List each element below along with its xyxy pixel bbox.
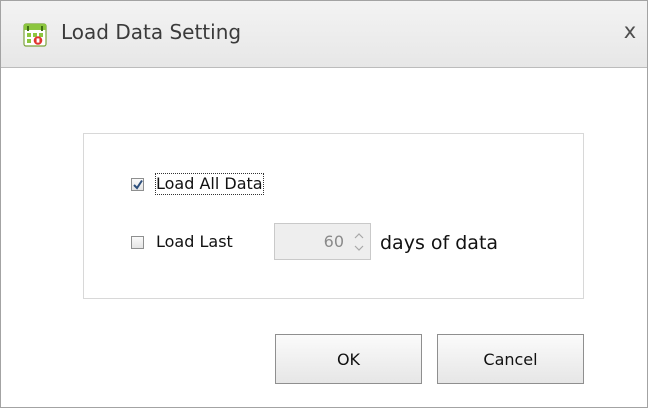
spin-down-icon[interactable] (352, 243, 366, 253)
days-spin-input[interactable]: 60 (274, 223, 371, 260)
days-suffix-label: days of data (380, 232, 499, 254)
load-all-data-label[interactable]: Load All Data (155, 173, 264, 195)
dialog-title: Load Data Setting (61, 20, 242, 44)
app-calendar-icon (23, 23, 47, 47)
spin-arrows (352, 231, 366, 253)
cancel-button[interactable]: Cancel (437, 334, 584, 384)
load-data-setting-dialog: Load Data Setting x Load All Data Load L… (0, 0, 648, 408)
close-button[interactable]: x (617, 18, 643, 44)
load-last-checkbox[interactable] (131, 236, 144, 249)
load-options-group (83, 133, 584, 299)
load-all-data-checkbox[interactable] (131, 178, 144, 191)
close-icon: x (623, 19, 637, 43)
check-mark-icon (133, 179, 143, 190)
load-last-label[interactable]: Load Last (156, 232, 233, 252)
spin-up-icon[interactable] (352, 231, 366, 241)
ok-button[interactable]: OK (275, 334, 422, 384)
days-value: 60 (323, 232, 344, 251)
title-bar[interactable]: Load Data Setting x (1, 1, 647, 68)
